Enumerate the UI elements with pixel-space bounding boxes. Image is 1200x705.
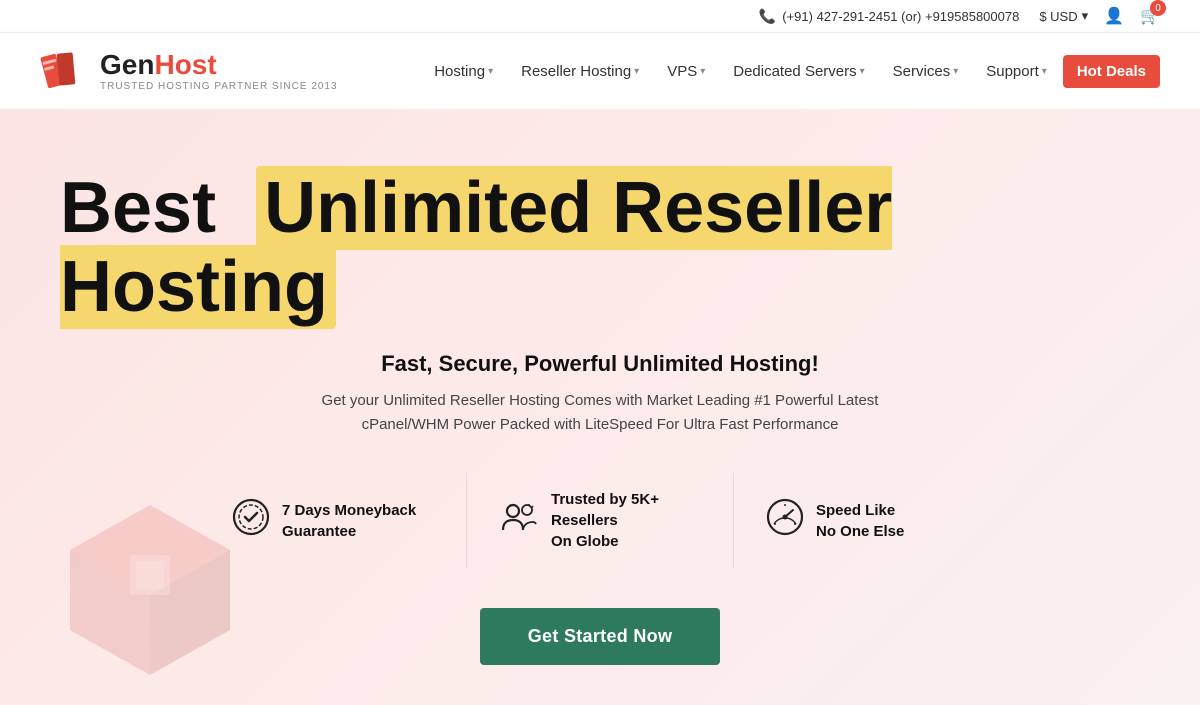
nav-item-hot-deals[interactable]: Hot Deals xyxy=(1063,55,1160,88)
feature-line2: No One Else xyxy=(816,521,904,542)
nav-item-dedicated-servers[interactable]: Dedicated Servers ▾ xyxy=(721,55,876,88)
logo-tagline: TRUSTED HOSTING PARTNER SINCE 2013 xyxy=(100,81,338,92)
nav-item-support[interactable]: Support ▾ xyxy=(974,55,1059,88)
cart-count-badge: 0 xyxy=(1150,0,1166,16)
logo[interactable]: GenHost TRUSTED HOSTING PARTNER SINCE 20… xyxy=(40,45,338,97)
topbar-right: $ USD ▾ 👤 🛒 0 xyxy=(1039,6,1160,26)
chevron-down-icon: ▾ xyxy=(953,66,958,77)
hero-decoration xyxy=(60,485,240,685)
nav-item-vps[interactable]: VPS ▾ xyxy=(655,55,717,88)
nav-label-support: Support xyxy=(986,63,1039,80)
feature-speed: Speed Like No One Else xyxy=(734,473,1000,568)
get-started-button[interactable]: Get Started Now xyxy=(480,608,721,665)
feature-line1: Trusted by 5K+ Resellers xyxy=(551,489,701,531)
hero-section: Best Unlimited Reseller Hosting Fast, Se… xyxy=(0,109,1200,705)
nav-label-dedicated-servers: Dedicated Servers xyxy=(733,63,856,80)
navbar: GenHost TRUSTED HOSTING PARTNER SINCE 20… xyxy=(0,33,1200,109)
feature-line1: Speed Like xyxy=(816,500,904,521)
feature-moneyback: 7 Days Moneyback Guarantee xyxy=(200,473,467,568)
logo-icon xyxy=(40,45,92,97)
nav-label-hot-deals: Hot Deals xyxy=(1077,63,1146,80)
feature-line1: 7 Days Moneyback xyxy=(282,500,416,521)
currency-selector[interactable]: $ USD ▾ xyxy=(1039,8,1088,24)
nav-label-vps: VPS xyxy=(667,63,697,80)
speedometer-icon xyxy=(766,498,804,544)
nav-item-reseller-hosting[interactable]: Reseller Hosting ▾ xyxy=(509,55,651,88)
chevron-down-icon: ▾ xyxy=(700,66,705,77)
feature-line2: Guarantee xyxy=(282,521,416,542)
logo-text: GenHost TRUSTED HOSTING PARTNER SINCE 20… xyxy=(100,51,338,92)
hero-title: Best Unlimited Reseller Hosting xyxy=(60,169,1140,327)
phone-icon: 📞 xyxy=(759,8,776,25)
logo-gen: Gen xyxy=(100,49,154,80)
nav-label-hosting: Hosting xyxy=(434,63,485,80)
chevron-down-icon: ▾ xyxy=(634,66,639,77)
features-row: 7 Days Moneyback Guarantee Trusted by 5K… xyxy=(200,473,1000,568)
chevron-down-icon: ▾ xyxy=(488,66,493,77)
hero-description: Get your Unlimited Reseller Hosting Come… xyxy=(320,389,880,437)
feature-trusted: Trusted by 5K+ Resellers On Globe xyxy=(467,473,734,568)
hero-title-plain: Best xyxy=(60,168,216,248)
feature-moneyback-text: 7 Days Moneyback Guarantee xyxy=(282,500,416,542)
feature-speed-text: Speed Like No One Else xyxy=(816,500,904,542)
phone-number: (+91) 427-291-2451 (or) +919585800078 xyxy=(782,9,1019,24)
nav-label-reseller-hosting: Reseller Hosting xyxy=(521,63,631,80)
phone-info: 📞 (+91) 427-291-2451 (or) +919585800078 xyxy=(759,8,1020,25)
feature-line2: On Globe xyxy=(551,531,701,552)
chevron-down-icon: ▾ xyxy=(1042,66,1047,77)
cart-button[interactable]: 🛒 0 xyxy=(1140,6,1160,26)
logo-name: GenHost xyxy=(100,51,338,79)
nav-label-services: Services xyxy=(893,63,951,80)
nav-item-services[interactable]: Services ▾ xyxy=(881,55,971,88)
users-icon xyxy=(499,498,539,544)
chevron-down-icon: ▾ xyxy=(860,66,865,77)
hero-subtitle: Fast, Secure, Powerful Unlimited Hosting… xyxy=(60,351,1140,377)
feature-trusted-text: Trusted by 5K+ Resellers On Globe xyxy=(551,489,701,552)
topbar: 📞 (+91) 427-291-2451 (or) +919585800078 … xyxy=(0,0,1200,33)
nav-menu: Hosting ▾ Reseller Hosting ▾ VPS ▾ Dedic… xyxy=(422,55,1160,88)
logo-host: Host xyxy=(154,49,216,80)
nav-item-hosting[interactable]: Hosting ▾ xyxy=(422,55,505,88)
currency-label: $ USD xyxy=(1039,9,1077,24)
user-icon[interactable]: 👤 xyxy=(1104,6,1124,26)
chevron-down-icon: ▾ xyxy=(1082,8,1089,24)
